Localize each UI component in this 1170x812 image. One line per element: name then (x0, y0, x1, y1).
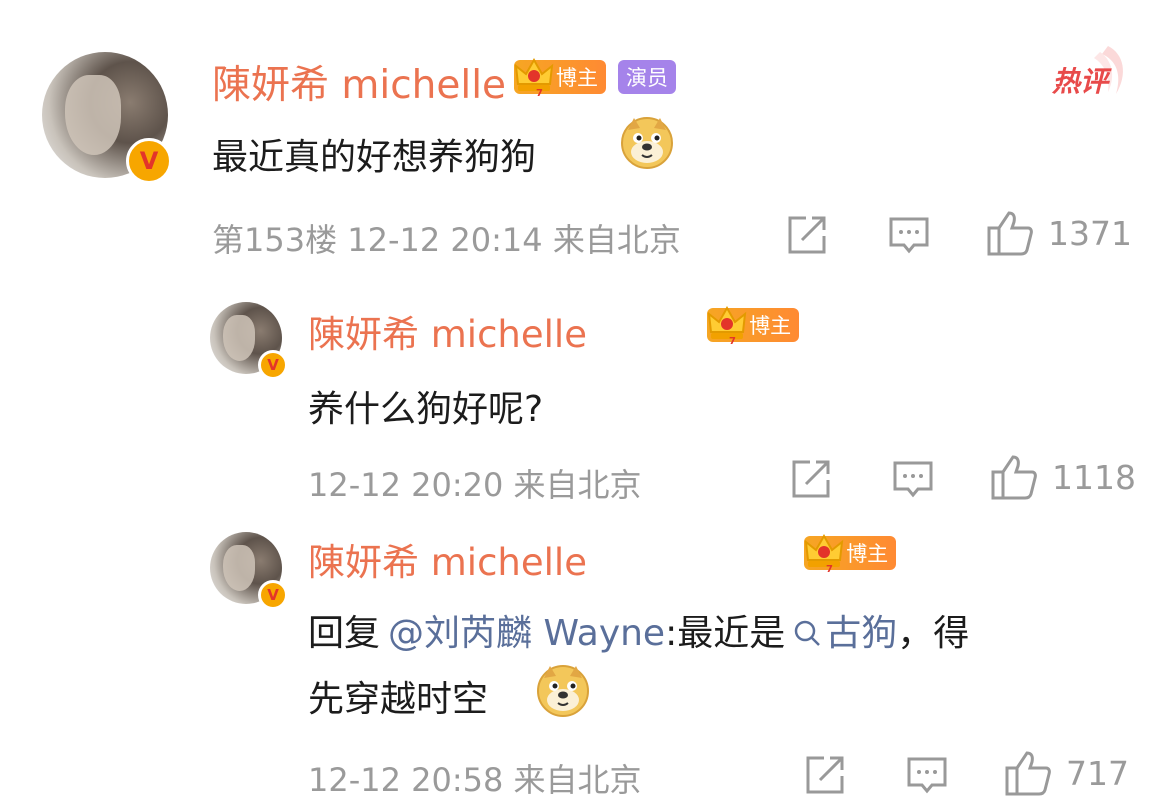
comment-icon (889, 217, 929, 254)
like-button[interactable]: 1371 (986, 210, 1132, 256)
like-button[interactable]: 717 (1004, 750, 1129, 796)
topic-link[interactable]: 古狗 (793, 613, 897, 654)
comment-meta: 12-12 20:20 来自北京 (308, 466, 642, 504)
username[interactable]: 陳妍希 michelle (212, 54, 506, 110)
comment-text: 养什么狗好呢? (308, 389, 544, 430)
repost-icon (792, 460, 830, 498)
reply-text-line1: 回复 @刘芮麟 Wayne:最近是 古狗，得 (308, 613, 970, 654)
verified-v-icon: V (258, 580, 288, 610)
doge-emoji (537, 665, 589, 717)
doge-emoji (621, 117, 673, 169)
comment-text: 最近真的好想养狗狗 (212, 137, 537, 178)
repost-button[interactable] (786, 214, 828, 256)
actor-badge: 演员 (618, 60, 676, 94)
comment-meta: 12-12 20:58 来自北京 (308, 761, 642, 799)
repost-icon (788, 216, 826, 254)
comment-button[interactable] (892, 460, 934, 500)
svg-text:7: 7 (729, 336, 736, 346)
thumbs-up-icon (1005, 751, 1051, 796)
comment-icon (907, 757, 947, 794)
svg-text:7: 7 (536, 88, 543, 98)
username[interactable]: 陳妍希 michelle (308, 304, 587, 358)
blogger-badge: 7 博主 (707, 305, 800, 346)
username[interactable]: 陳妍希 michelle (308, 532, 587, 586)
repost-icon (806, 756, 844, 794)
thumbs-up-icon (991, 455, 1037, 500)
comment-icon (893, 461, 933, 498)
comment-button[interactable] (888, 216, 930, 256)
comment-button[interactable] (906, 756, 948, 796)
repost-button[interactable] (804, 754, 846, 796)
blogger-badge: 7 博主 (514, 57, 606, 98)
svg-text:7: 7 (826, 564, 833, 574)
comment-meta: 第153楼 12-12 20:14 来自北京 (212, 221, 681, 259)
reply-text-line2: 先穿越时空 (308, 679, 489, 720)
crown-icon: 7 (707, 305, 747, 346)
hot-comment-badge: 热评 (1050, 44, 1130, 104)
blogger-badge: 7 博主 (804, 533, 897, 574)
repost-button[interactable] (790, 458, 832, 500)
like-button[interactable]: 1118 (990, 454, 1136, 500)
crown-icon: 7 (514, 57, 554, 98)
verified-v-icon: V (258, 350, 288, 380)
search-icon (794, 620, 821, 646)
crown-icon: 7 (804, 533, 844, 574)
mention-link[interactable]: @刘芮麟 Wayne (388, 613, 665, 654)
thumbs-up-icon (987, 211, 1033, 256)
verified-v-icon: V (126, 138, 172, 184)
